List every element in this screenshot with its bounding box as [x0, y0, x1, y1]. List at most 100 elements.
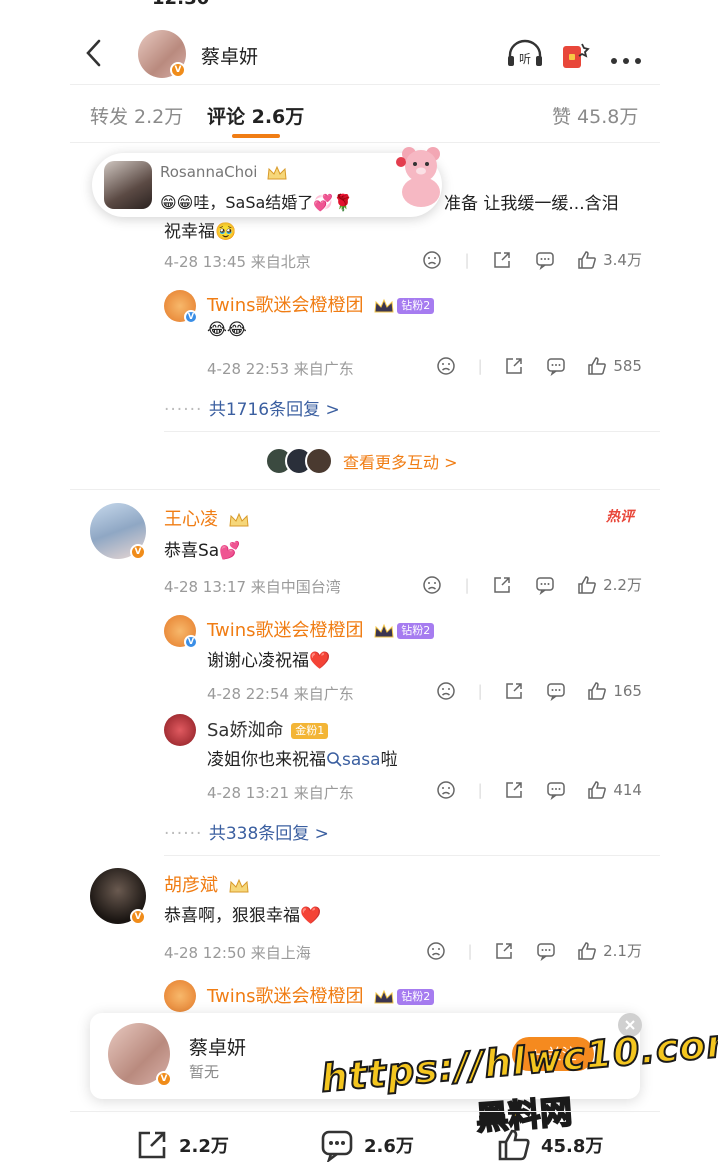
like-action[interactable]: 2.1万	[577, 940, 642, 961]
teddy-bear-icon	[396, 147, 440, 207]
reply-header: Twins歌迷会橙橙团 钻粉2	[207, 291, 435, 317]
like-count: 585	[613, 357, 642, 375]
reply-username[interactable]: Sa娇洳命	[207, 720, 283, 741]
dislike-icon[interactable]	[422, 575, 442, 595]
reply-avatar[interactable]	[164, 714, 196, 746]
more-button[interactable]	[610, 50, 642, 64]
separator: |	[477, 781, 483, 799]
header: V 蔡卓妍 听	[0, 28, 718, 80]
crown-icon	[374, 623, 394, 638]
like-action[interactable]: 2.2万	[577, 574, 642, 595]
dislike-icon[interactable]	[426, 941, 446, 961]
more-replies-link[interactable]: ······ 共1716条回复 >	[164, 395, 340, 420]
comment-actions: | 2.2万	[422, 574, 642, 595]
comment-text: 恭喜Sa💕	[164, 541, 241, 561]
comment-meta: 4-28 13:17 来自中国台湾	[164, 578, 341, 596]
like-count: 3.4万	[603, 251, 642, 269]
more-replies-link[interactable]: ······ 共338条回复 >	[164, 819, 329, 844]
status-time: 12:30	[152, 0, 209, 9]
reply-text: 凌姐你也来祝福 sasa啦	[207, 745, 398, 770]
separator: |	[467, 941, 473, 960]
like-action[interactable]: 165	[587, 681, 642, 701]
comment-header: 王心凌	[164, 505, 250, 531]
share-icon[interactable]	[492, 250, 512, 270]
tab-active-indicator	[232, 134, 280, 138]
like-count: 2.1万	[603, 942, 642, 960]
reply-meta: 4-28 22:53 来自广东	[207, 360, 354, 378]
redpacket-button[interactable]	[560, 38, 592, 72]
thumb-up-icon	[498, 1129, 530, 1161]
tab-comment[interactable]: 评论 2.6万	[207, 102, 304, 129]
tab-like[interactable]: 赞 45.8万	[552, 102, 638, 129]
follow-card-name: 蔡卓妍	[189, 1037, 247, 1059]
comment-icon[interactable]	[535, 250, 555, 270]
separator: |	[464, 575, 470, 594]
more-replies-label: 共1716条回复 >	[208, 400, 340, 420]
reply-header: Twins歌迷会橙橙团 钻粉2	[207, 616, 435, 642]
like-action[interactable]: 414	[587, 780, 642, 800]
comment-icon[interactable]	[546, 681, 566, 701]
like-action[interactable]: 3.4万	[577, 249, 642, 270]
comment-icon[interactable]	[546, 780, 566, 800]
topic-link[interactable]: sasa	[326, 750, 381, 770]
comment-icon[interactable]	[536, 941, 556, 961]
dislike-icon[interactable]	[422, 250, 442, 270]
red-packet-icon	[563, 43, 590, 68]
verified-badge: V	[156, 1071, 172, 1087]
bottom-like-button[interactable]: 45.8万	[497, 1128, 603, 1162]
crown-icon	[374, 989, 394, 1004]
banner-avatar	[104, 161, 152, 209]
more-interaction[interactable]: 查看更多互动 >	[265, 446, 458, 476]
share-icon[interactable]	[504, 356, 524, 376]
reply-actions: | 414	[436, 780, 642, 800]
verified-badge: V	[184, 310, 198, 324]
fan-badge: 钻粉2	[397, 298, 435, 314]
thumb-up-icon	[578, 250, 596, 269]
comment-username[interactable]: 王心凌	[164, 509, 218, 530]
reply-actions: | 165	[436, 681, 642, 701]
tab-repost[interactable]: 转发 2.2万	[90, 102, 183, 129]
avatar	[305, 447, 333, 475]
fan-badge: 钻粉2	[397, 989, 435, 1005]
like-action[interactable]: 585	[587, 356, 642, 376]
repost-icon	[138, 1131, 166, 1159]
more-replies-label: 共338条回复 >	[208, 824, 329, 844]
comment-icon[interactable]	[535, 575, 555, 595]
banner-header: RosannaChoi	[160, 163, 288, 181]
dislike-icon[interactable]	[436, 780, 456, 800]
share-icon[interactable]	[504, 780, 524, 800]
reply-username[interactable]: Twins歌迷会橙橙团	[207, 620, 364, 641]
chevron-left-icon	[86, 39, 101, 67]
banner-text: 😁😁哇，SaSa结婚了💞🌹	[160, 193, 354, 212]
separator: |	[477, 357, 483, 375]
dislike-icon[interactable]	[436, 356, 456, 376]
like-count: 2.2万	[603, 576, 642, 594]
comment-meta: 4-28 12:50 来自上海	[164, 944, 311, 962]
bottom-comment-button[interactable]: 2.6万	[320, 1128, 414, 1162]
bottom-repost-button[interactable]: 2.2万	[135, 1128, 229, 1162]
reply-username[interactable]: Twins歌迷会橙橙团	[207, 295, 364, 316]
listen-button[interactable]: 听	[506, 38, 544, 70]
verified-badge: V	[184, 635, 198, 649]
like-count: 414	[613, 781, 642, 799]
share-icon[interactable]	[504, 681, 524, 701]
reply-avatar[interactable]	[164, 980, 196, 1012]
notification-banner[interactable]: RosannaChoi 😁😁哇，SaSa结婚了💞🌹	[92, 153, 442, 217]
share-icon[interactable]	[492, 575, 512, 595]
teddy-bear-sticker	[392, 142, 448, 208]
more-icon	[611, 58, 641, 64]
separator: |	[477, 682, 483, 700]
bottombar-divider	[70, 1111, 660, 1112]
share-icon[interactable]	[494, 941, 514, 961]
banner-user: RosannaChoi	[160, 163, 258, 181]
back-button[interactable]	[82, 38, 106, 68]
reply-text-main: 凌姐你也来祝福	[207, 750, 326, 770]
comment-username[interactable]: 胡彦斌	[164, 875, 218, 896]
headphone-icon: 听	[508, 39, 542, 66]
thumb-up-icon	[578, 941, 596, 960]
dislike-icon[interactable]	[436, 681, 456, 701]
comment-icon[interactable]	[546, 356, 566, 376]
crown-icon	[374, 298, 394, 313]
reply-text: 谢谢心凌祝福❤️	[207, 651, 331, 671]
reply-username[interactable]: Twins歌迷会橙橙团	[207, 986, 364, 1007]
